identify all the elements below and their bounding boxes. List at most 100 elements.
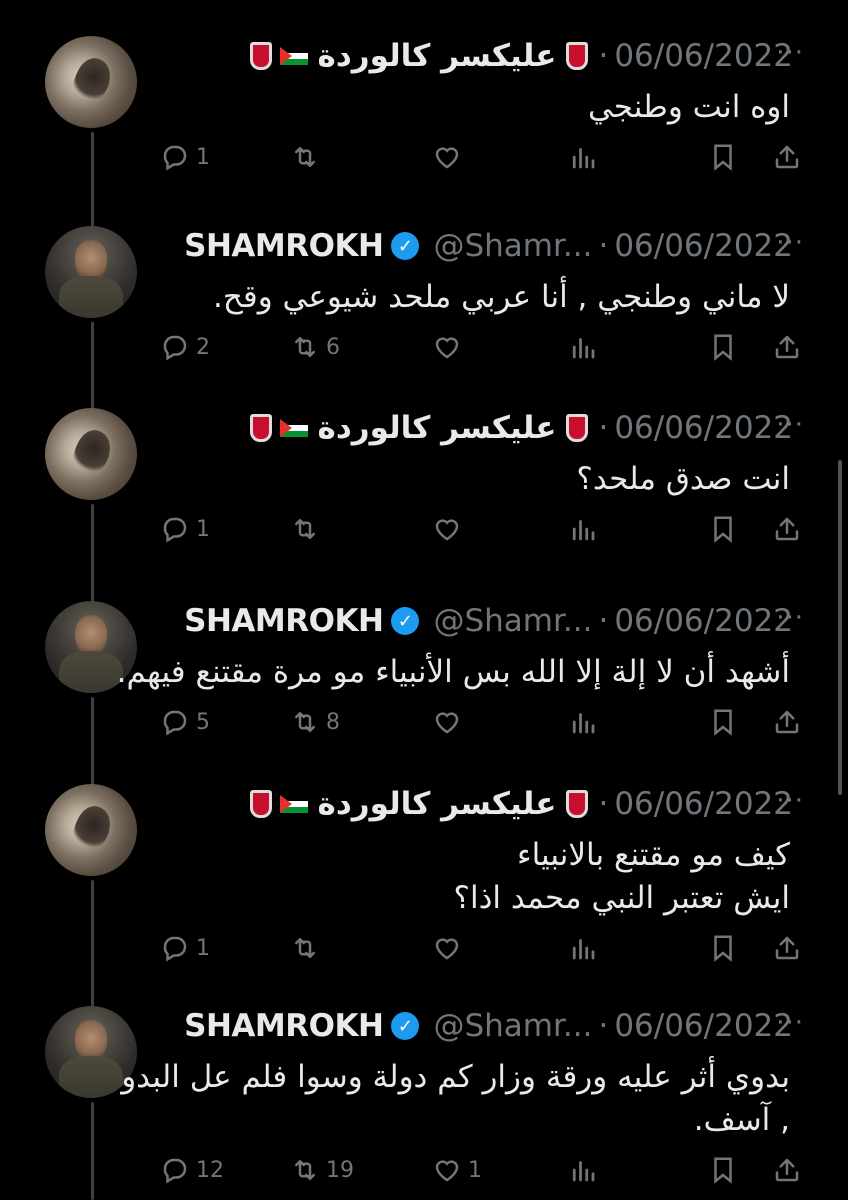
views-button[interactable] [568,332,598,362]
share-button[interactable] [772,142,802,172]
retweet-button[interactable] [290,933,326,963]
retweet-button[interactable] [290,514,326,544]
reply-button[interactable]: 1 [160,514,210,544]
tweet-date[interactable]: 06/06/2022 [614,38,793,74]
more-options-icon[interactable]: ··· [776,38,804,68]
bookmark-button[interactable] [708,707,738,737]
views-button[interactable] [568,707,598,737]
like-button[interactable] [432,933,468,963]
author-name[interactable]: عليكسر كالوردة [318,786,557,822]
bookmark-button[interactable] [708,514,738,544]
more-options-icon[interactable]: ··· [776,786,804,816]
tweet-actions: 1 [160,514,804,554]
retweet-button[interactable] [290,142,326,172]
views-icon [568,933,598,963]
more-options-icon[interactable]: ··· [776,228,804,258]
tweet-date[interactable]: 06/06/2022 [614,603,793,639]
club-badge-icon [566,414,589,442]
retweet-icon [290,707,320,737]
tweet-text: لا ماني وطنجي , أنا عربي ملحد شيوعي وقح. [213,279,790,315]
retweet-icon [290,142,320,172]
reply-button[interactable]: 2 [160,332,210,362]
views-button[interactable] [568,1155,598,1185]
like-icon [432,514,462,544]
like-icon [432,142,462,172]
retweet-button[interactable]: 19 [290,1155,354,1185]
like-button[interactable]: 1 [432,1155,482,1185]
more-options-icon[interactable]: ··· [776,410,804,440]
views-icon [568,142,598,172]
separator-dot: · [598,786,609,822]
share-icon [772,933,802,963]
tweet[interactable]: SHAMROKH ✓ @Shamr... · 06/06/2022 ··· لا ماني … [0,210,848,400]
bookmark-icon [708,332,738,362]
reply-button[interactable]: 5 [160,707,210,737]
tweet-date[interactable]: 06/06/2022 [614,228,793,264]
author-name[interactable]: عليكسر كالوردة [318,410,557,446]
tweet-header: عليكسر كالوردة · 06/06/2022 [246,36,793,76]
reply-icon [160,332,190,362]
tweet-header: SHAMROKH ✓ @Shamr... · 06/06/2022 [184,1006,793,1046]
scrollbar[interactable] [838,460,842,795]
bookmark-button[interactable] [708,332,738,362]
more-options-icon[interactable]: ··· [776,1008,804,1038]
retweet-button[interactable]: 6 [290,332,340,362]
like-button[interactable] [432,332,468,362]
retweet-count: 8 [326,709,340,735]
views-button[interactable] [568,933,598,963]
tweet-date[interactable]: 06/06/2022 [614,786,793,822]
avatar[interactable] [45,784,137,876]
author-name[interactable]: SHAMROKH [184,228,384,264]
tweet[interactable]: عليكسر كالوردة · 06/06/2022 ··· كيف مو مقتنع… [0,768,848,962]
club-badge-icon [566,42,589,70]
reply-button[interactable]: 12 [160,1155,224,1185]
avatar[interactable] [45,226,137,318]
tweet[interactable]: SHAMROKH ✓ @Shamr... · 06/06/2022 ··· بدوي أثر… [0,990,848,1184]
share-button[interactable] [772,933,802,963]
tweet-text: أشهد أن لا إلة إلا الله بس الأنبياء مو م… [116,654,790,690]
share-button[interactable] [772,514,802,544]
retweet-count: 6 [326,334,340,360]
bookmark-button[interactable] [708,933,738,963]
views-button[interactable] [568,142,598,172]
share-button[interactable] [772,332,802,362]
bookmark-button[interactable] [708,142,738,172]
share-button[interactable] [772,707,802,737]
palestine-flag-icon [279,47,308,65]
tweet-text: كيف مو مقتنع بالانبياء ايش تعتبر النبي م… [453,837,790,916]
views-icon [568,514,598,544]
like-button[interactable] [432,514,468,544]
more-options-icon[interactable]: ··· [776,603,804,633]
author-name[interactable]: SHAMROKH [184,603,384,639]
reply-button[interactable]: 1 [160,142,210,172]
author-handle[interactable]: @Shamr... [433,228,592,264]
reply-count: 5 [196,709,210,735]
tweet[interactable]: عليكسر كالوردة · 06/06/2022 ··· اوه انت وطنج… [0,20,848,210]
tweet-date[interactable]: 06/06/2022 [614,1008,793,1044]
tweet-header: SHAMROKH ✓ @Shamr... · 06/06/2022 [184,226,793,266]
like-button[interactable] [432,707,468,737]
separator-dot: · [598,228,609,264]
retweet-button[interactable]: 8 [290,707,340,737]
tweet[interactable]: SHAMROKH ✓ @Shamr... · 06/06/2022 ··· أشهد أن … [0,585,848,775]
avatar[interactable] [45,408,137,500]
author-name[interactable]: SHAMROKH [184,1008,384,1044]
views-button[interactable] [568,514,598,544]
author-handle[interactable]: @Shamr... [433,1008,592,1044]
verified-icon: ✓ [391,232,420,260]
reply-button[interactable]: 1 [160,933,210,963]
tweet[interactable]: عليكسر كالوردة · 06/06/2022 ··· انت صدق ملحد… [0,392,848,582]
author-handle[interactable]: @Shamr... [433,603,592,639]
avatar[interactable] [45,36,137,128]
tweet-actions: 26 [160,332,804,372]
share-button[interactable] [772,1155,802,1185]
reply-icon [160,933,190,963]
author-name[interactable]: عليكسر كالوردة [318,38,557,74]
like-button[interactable] [432,142,468,172]
bookmark-button[interactable] [708,1155,738,1185]
reply-count: 2 [196,334,210,360]
views-icon [568,707,598,737]
tweet-header: عليكسر كالوردة · 06/06/2022 [246,784,793,824]
like-icon [432,1155,462,1185]
tweet-date[interactable]: 06/06/2022 [614,410,793,446]
